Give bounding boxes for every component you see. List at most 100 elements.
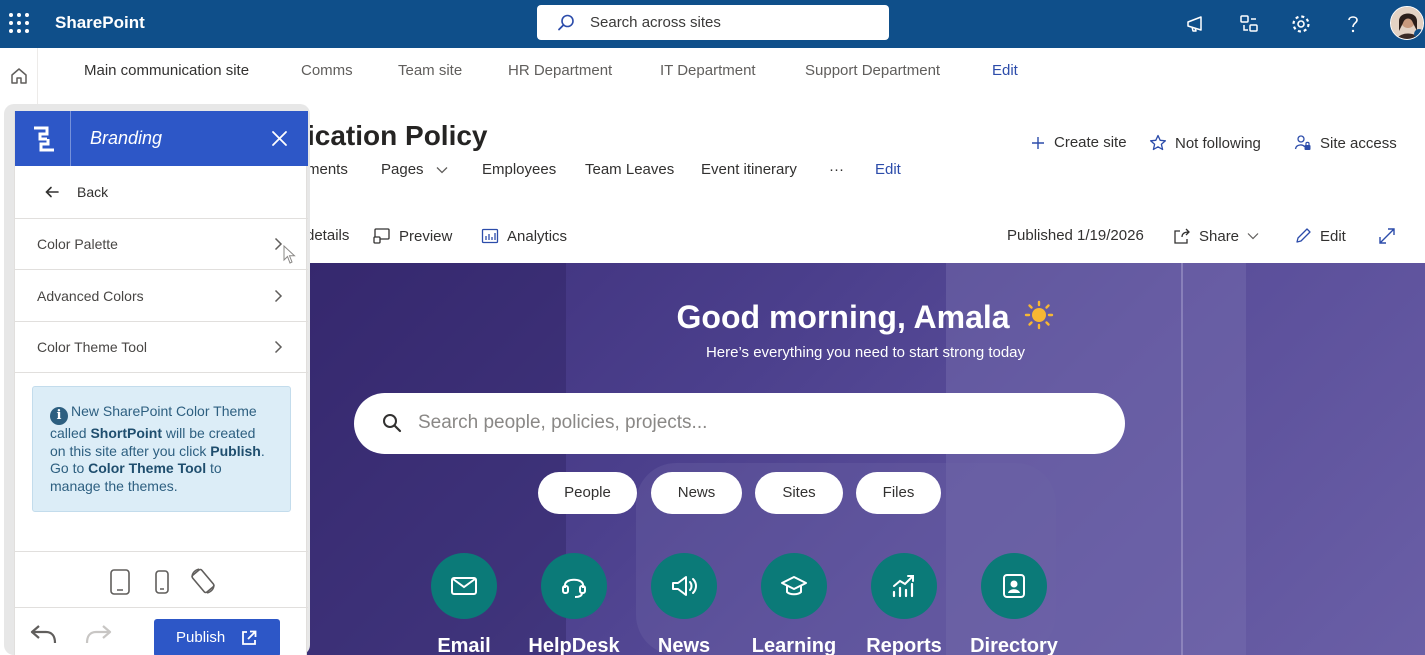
tablet-icon[interactable] (109, 568, 131, 596)
topnav-more-button[interactable]: ··· (829, 161, 844, 178)
share-arrow-icon (1174, 228, 1190, 244)
expand-icon (1379, 228, 1395, 244)
help-icon[interactable] (1341, 12, 1365, 36)
chevron-right-icon (274, 237, 283, 251)
page-details-button[interactable]: details (306, 227, 349, 244)
waffle-icon[interactable] (8, 12, 30, 34)
tile-reports[interactable] (871, 553, 937, 619)
topnav-item[interactable]: Employees (482, 161, 556, 178)
hub-navigation: Main communication site Comms Team site … (38, 48, 1425, 94)
chevron-right-icon (274, 340, 283, 354)
panel-header: Branding (15, 111, 308, 166)
undo-icon[interactable] (29, 623, 57, 645)
topnav-item[interactable]: ments (307, 161, 348, 178)
headset-icon (562, 578, 586, 598)
hub-nav-item[interactable]: Support Department (805, 62, 940, 79)
topnav-item[interactable]: Event itinerary (701, 161, 797, 178)
search-icon (383, 414, 402, 433)
shortpoint-logo-icon (34, 126, 54, 152)
tile-helpdesk[interactable] (541, 553, 607, 619)
hub-nav-item[interactable]: Team site (398, 62, 462, 79)
arrow-left-icon (45, 186, 59, 198)
analytics-button[interactable]: Analytics (481, 227, 567, 245)
chevron-right-icon (274, 289, 283, 303)
greeting-subtitle: Here’s everything you need to start stro… (705, 344, 1026, 361)
avatar[interactable] (1390, 6, 1424, 40)
tile-email-label: Email (437, 635, 491, 655)
publish-label: Publish (176, 629, 226, 646)
chip-news[interactable]: News (651, 472, 742, 514)
expand-button[interactable] (1378, 227, 1396, 245)
topnav-item-pages[interactable]: Pages (381, 161, 448, 178)
plus-icon (1032, 136, 1044, 149)
edit-page-button[interactable]: Edit (1294, 227, 1346, 245)
megaphone-icon[interactable] (1184, 12, 1208, 36)
back-label: Back (77, 184, 109, 200)
redo-icon[interactable] (85, 623, 113, 645)
header-divider (70, 111, 71, 166)
topnav-item[interactable]: Team Leaves (585, 161, 674, 178)
hub-nav-item[interactable]: HR Department (508, 62, 612, 79)
rotate-device-icon[interactable] (189, 567, 217, 595)
hub-nav-item[interactable]: IT Department (660, 62, 756, 79)
tile-learning[interactable] (761, 553, 827, 619)
tile-email[interactable] (431, 553, 497, 619)
megaphone-icon (672, 576, 697, 596)
hero-search-input[interactable]: Search people, policies, projects... (354, 393, 1125, 454)
info-bold-theme: ShortPoint (90, 425, 163, 441)
chart-icon (892, 575, 914, 598)
hub-nav-item[interactable]: Main communication site (84, 62, 249, 79)
hub-nav-item[interactable]: Comms (301, 62, 353, 79)
menu-item-color-theme-tool[interactable]: Color Theme Tool (15, 322, 308, 373)
mail-icon (451, 577, 477, 595)
create-site-label: Create site (1054, 134, 1127, 151)
sun-icon (1024, 300, 1054, 330)
chip-files[interactable]: Files (856, 472, 941, 514)
mouse-cursor-icon (283, 245, 296, 264)
chip-people[interactable]: People (538, 472, 637, 514)
topnav-edit-link[interactable]: Edit (875, 161, 901, 178)
hero-section: Good morning, Amala Here’s everything yo… (306, 263, 1425, 655)
site-access-label: Site access (1320, 134, 1397, 152)
app-name[interactable]: SharePoint (55, 13, 145, 33)
edit-page-label: Edit (1320, 227, 1346, 245)
info-message: i New SharePoint Color Theme called Short… (32, 386, 291, 512)
menu-item-color-palette[interactable]: Color Palette (15, 219, 308, 270)
greeting-text: Good morning, Amala (676, 299, 1010, 335)
create-site-button[interactable]: Create site (1030, 134, 1127, 151)
preview-icon (373, 228, 390, 244)
home-icon[interactable] (9, 66, 29, 86)
tile-directory-label: Directory (970, 635, 1058, 655)
site-title[interactable]: ication Policy (307, 120, 488, 152)
share-button[interactable]: Share (1173, 227, 1259, 245)
follow-button[interactable]: Not following (1149, 134, 1261, 152)
gear-icon[interactable] (1289, 12, 1313, 36)
global-search-input[interactable]: Search across sites (537, 5, 889, 40)
hub-nav-edit-link[interactable]: Edit (992, 62, 1018, 79)
contact-card-icon (1003, 574, 1025, 598)
published-status: Published 1/19/2026 (1007, 227, 1144, 244)
suite-bar: SharePoint Search across sites (0, 0, 1425, 48)
share-label: Share (1199, 227, 1240, 245)
back-button[interactable]: Back (15, 167, 308, 219)
preview-button[interactable]: Preview (373, 227, 452, 245)
search-placeholder: Search across sites (590, 14, 721, 31)
menu-item-advanced-colors[interactable]: Advanced Colors (15, 271, 308, 322)
tile-directory[interactable] (981, 553, 1047, 619)
chip-sites[interactable]: Sites (755, 472, 843, 514)
menu-item-label: Color Palette (37, 236, 118, 252)
people-lock-icon (1294, 135, 1311, 150)
close-icon[interactable] (271, 130, 288, 147)
topnav-pages-label: Pages (381, 161, 424, 178)
publish-button[interactable]: Publish (154, 619, 280, 655)
panel-footer: Publish (15, 607, 308, 655)
tile-news-label: News (657, 635, 711, 655)
menu-item-label: Advanced Colors (37, 288, 144, 304)
tile-news[interactable] (651, 553, 717, 619)
page-details-label: details (306, 227, 350, 244)
share-icon[interactable] (1237, 12, 1261, 36)
preview-label: Preview (399, 227, 453, 245)
branding-panel: Branding Back Color Palette Advanced Col… (14, 111, 308, 655)
phone-icon[interactable] (154, 569, 170, 595)
site-access-button[interactable]: Site access (1294, 134, 1397, 152)
